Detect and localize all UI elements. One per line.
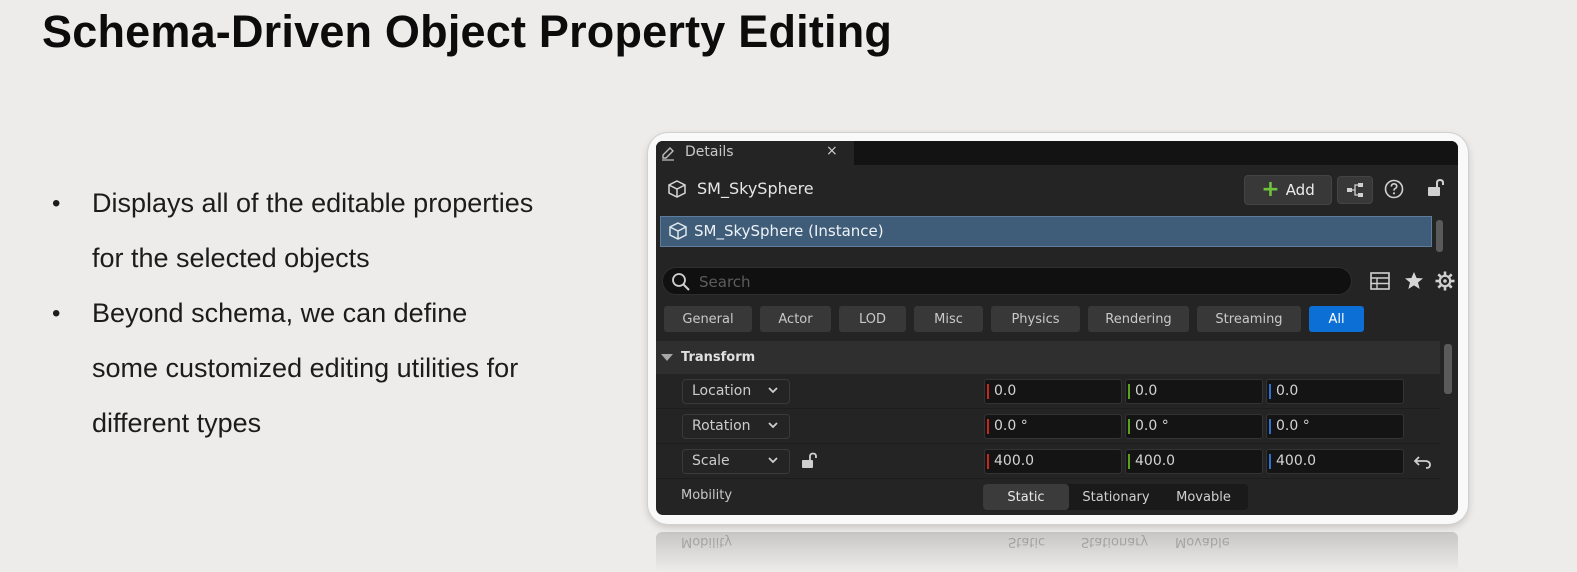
reflection-text: Static bbox=[1008, 534, 1046, 549]
category-general[interactable]: General bbox=[664, 306, 752, 332]
star-icon[interactable] bbox=[1404, 271, 1424, 290]
scale-y-field[interactable]: 400.0 bbox=[1125, 449, 1263, 474]
instance-label: SM_SkySphere (Instance) bbox=[694, 222, 884, 240]
lock-icon[interactable] bbox=[801, 452, 819, 470]
rotation-x-value: 0.0 ° bbox=[994, 418, 1028, 434]
details-scrollbar[interactable] bbox=[1444, 344, 1452, 394]
bullet-list: Displays all of the editable properties … bbox=[52, 176, 632, 451]
bullet-line: some customized editing utilities for bbox=[92, 353, 519, 383]
scale-y-value: 400.0 bbox=[1135, 453, 1176, 469]
category-lod[interactable]: LOD bbox=[839, 306, 906, 332]
cube-icon bbox=[668, 180, 686, 198]
rotation-z-value: 0.0 ° bbox=[1276, 418, 1310, 434]
rotation-y-value: 0.0 ° bbox=[1135, 418, 1169, 434]
scale-z-field[interactable]: 400.0 bbox=[1266, 449, 1404, 474]
search-box bbox=[662, 267, 1352, 295]
add-component-button[interactable]: + Add bbox=[1244, 175, 1332, 205]
section-label: Transform bbox=[681, 350, 756, 365]
rotation-x-field[interactable]: 0.0 ° bbox=[984, 414, 1122, 439]
property-row-mobility: Mobility Static Stationary Movable bbox=[656, 479, 1440, 514]
search-input[interactable] bbox=[697, 271, 1321, 293]
slide-title: Schema-Driven Object Property Editing bbox=[42, 6, 893, 57]
scale-z-value: 400.0 bbox=[1276, 453, 1317, 469]
mobility-movable[interactable]: Movable bbox=[1161, 484, 1246, 510]
transform-section-header[interactable]: Transform bbox=[656, 341, 1440, 374]
edit-icon bbox=[662, 147, 674, 161]
category-actor[interactable]: Actor bbox=[760, 306, 831, 332]
bullet-line: Beyond schema, we can define bbox=[92, 298, 468, 328]
location-z-value: 0.0 bbox=[1276, 383, 1299, 399]
mobility-label: Mobility bbox=[681, 488, 733, 503]
cube-icon bbox=[669, 222, 687, 240]
location-y-field[interactable]: 0.0 bbox=[1125, 379, 1263, 404]
reflection-text: Movable bbox=[1175, 534, 1230, 549]
location-z-field[interactable]: 0.0 bbox=[1266, 379, 1404, 404]
gear-icon[interactable] bbox=[1435, 271, 1455, 291]
chevron-down-icon bbox=[768, 422, 778, 429]
category-rendering[interactable]: Rendering bbox=[1088, 306, 1189, 332]
tab-bar: Details × bbox=[656, 141, 1458, 165]
bullet-line: Displays all of the editable properties bbox=[92, 188, 534, 218]
tab-details[interactable]: Details × bbox=[656, 141, 854, 165]
reflection-text: Stationary bbox=[1081, 534, 1149, 549]
search-icon bbox=[672, 273, 690, 291]
rotation-label: Rotation bbox=[692, 418, 751, 434]
reset-icon[interactable] bbox=[1414, 455, 1432, 469]
bullet-line: for the selected objects bbox=[92, 243, 370, 273]
mobility-stationary[interactable]: Stationary bbox=[1071, 484, 1161, 510]
category-streaming[interactable]: Streaming bbox=[1197, 306, 1301, 332]
rotation-dropdown[interactable]: Rotation bbox=[682, 414, 790, 439]
scale-dropdown[interactable]: Scale bbox=[682, 449, 790, 474]
location-x-field[interactable]: 0.0 bbox=[984, 379, 1122, 404]
mobility-static[interactable]: Static bbox=[983, 484, 1069, 510]
panel-reflection: Mobility Static Stationary Movable bbox=[656, 532, 1458, 572]
close-icon[interactable]: × bbox=[826, 143, 838, 159]
mobility-segmented-control: Static Stationary Movable bbox=[983, 484, 1248, 510]
chevron-down-icon bbox=[768, 457, 778, 464]
table-icon[interactable] bbox=[1370, 272, 1390, 290]
tree-scrollbar[interactable] bbox=[1436, 220, 1443, 252]
actor-header: SM_SkySphere + Add bbox=[656, 171, 1458, 207]
blueprint-button[interactable] bbox=[1337, 176, 1373, 204]
scale-x-value: 400.0 bbox=[994, 453, 1035, 469]
category-physics[interactable]: Physics bbox=[991, 306, 1080, 332]
reflection-text: Mobility bbox=[681, 534, 733, 549]
collapse-arrow-icon bbox=[661, 354, 673, 361]
bullet-item: Beyond schema, we can define some custom… bbox=[52, 286, 632, 451]
rotation-z-field[interactable]: 0.0 ° bbox=[1266, 414, 1404, 439]
details-panel: Details × SM_SkySphere + Add SM_SkySpher… bbox=[656, 141, 1458, 515]
blueprint-icon bbox=[1347, 183, 1363, 197]
scale-label: Scale bbox=[692, 453, 730, 469]
lock-icon[interactable] bbox=[1426, 178, 1446, 198]
component-tree-item[interactable]: SM_SkySphere (Instance) bbox=[660, 216, 1432, 247]
property-row-scale: Scale 400.0 400.0 400.0 bbox=[656, 444, 1440, 479]
tab-label: Details bbox=[685, 144, 734, 160]
help-icon[interactable] bbox=[1384, 179, 1404, 199]
bullet-item: Displays all of the editable properties … bbox=[52, 176, 632, 286]
scale-x-field[interactable]: 400.0 bbox=[984, 449, 1122, 474]
category-misc[interactable]: Misc bbox=[914, 306, 983, 332]
location-label: Location bbox=[692, 383, 752, 399]
chevron-down-icon bbox=[768, 387, 778, 394]
location-dropdown[interactable]: Location bbox=[682, 379, 790, 404]
location-y-value: 0.0 bbox=[1135, 383, 1158, 399]
rotation-y-field[interactable]: 0.0 ° bbox=[1125, 414, 1263, 439]
location-x-value: 0.0 bbox=[994, 383, 1017, 399]
property-row-location: Location 0.0 0.0 0.0 bbox=[656, 374, 1440, 409]
add-label: Add bbox=[1285, 181, 1315, 199]
bullet-line: different types bbox=[92, 408, 262, 438]
actor-name: SM_SkySphere bbox=[697, 179, 814, 198]
property-row-rotation: Rotation 0.0 ° 0.0 ° 0.0 ° bbox=[656, 409, 1440, 444]
category-all[interactable]: All bbox=[1309, 306, 1364, 332]
plus-icon: + bbox=[1261, 177, 1280, 202]
